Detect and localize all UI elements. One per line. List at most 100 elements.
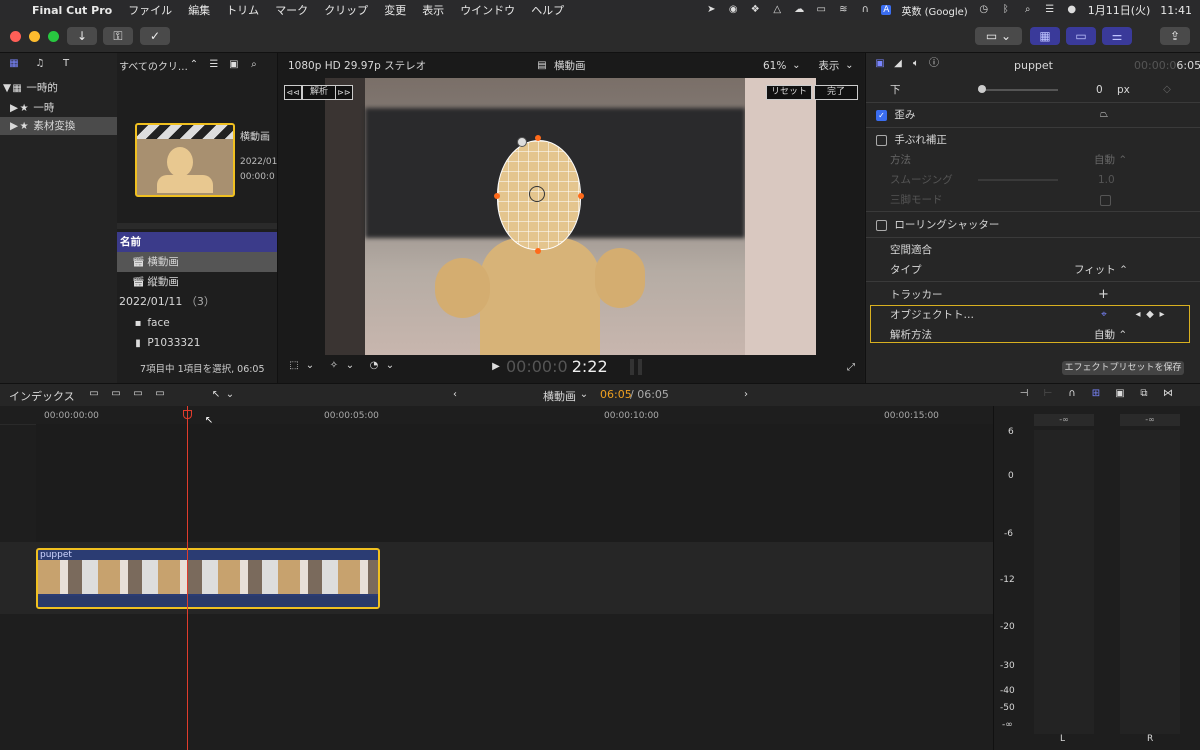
append-clip-icon[interactable]: ▭ (132, 388, 144, 400)
tripod-checkbox[interactable] (1100, 195, 1111, 206)
cloud-icon[interactable]: ☁ (793, 4, 805, 16)
menu-view[interactable]: 表示 (422, 2, 444, 18)
chevron-down-icon[interactable]: ⌄ (843, 60, 855, 72)
bluetooth-icon[interactable]: ᛒ (1000, 4, 1012, 16)
analyze-button[interactable]: 解析 (302, 85, 336, 100)
tracker-center-handle[interactable] (529, 186, 545, 202)
rolling-shutter-checkbox[interactable] (876, 219, 887, 231)
param-value[interactable]: 0 (1096, 80, 1103, 100)
viewer-view-menu[interactable]: 表示 (818, 58, 839, 73)
import-button[interactable]: ↓ (67, 27, 97, 45)
clip-thumbnail[interactable] (135, 123, 235, 197)
titles-generators-icon[interactable]: T (60, 58, 72, 70)
sidebar-item-event-temp[interactable]: ▶ ★ 一時 (0, 99, 117, 117)
param-value[interactable]: 自動 ⌃ (1094, 325, 1127, 345)
tracker-handle-right[interactable] (578, 193, 584, 199)
reset-button[interactable]: リセット (766, 85, 812, 100)
step-back-button[interactable]: ⊲⊲ (284, 85, 302, 100)
menu-date[interactable]: 1月11日(火) (1088, 2, 1151, 18)
zoom-window-button[interactable] (48, 31, 59, 42)
headphones-icon[interactable]: ∩ (859, 4, 871, 16)
timecode[interactable]: 2:22 (572, 357, 608, 376)
share-button[interactable]: ⇪ (1160, 27, 1190, 45)
overwrite-clip-icon[interactable]: ▭ (154, 388, 166, 400)
connect-clip-icon[interactable]: ▭ (88, 388, 100, 400)
select-tool-icon[interactable]: ↖ (210, 389, 222, 401)
info-icon[interactable]: ⓘ (928, 58, 940, 70)
stabilize-checkbox[interactable] (876, 134, 887, 146)
minimize-window-button[interactable] (29, 31, 40, 42)
close-window-button[interactable] (10, 31, 21, 42)
menu-edit[interactable]: 編集 (188, 2, 210, 18)
done-button[interactable]: 完了 (814, 85, 858, 100)
libraries-icon[interactable]: ▦ (8, 58, 20, 70)
menu-window[interactable]: ウインドウ (460, 2, 515, 18)
effects-browser-icon[interactable]: ⧉ (1138, 388, 1150, 400)
tracker-handle-left[interactable] (494, 193, 500, 199)
list-item[interactable]: ▪ face (117, 313, 277, 333)
keyframe-icon[interactable]: ◇ (1161, 84, 1173, 96)
playhead-handle[interactable] (183, 410, 192, 419)
divider-handle[interactable] (117, 223, 277, 229)
keyframe-next-icon[interactable]: ▸ (1156, 309, 1168, 321)
enhance-icon[interactable]: ✧ (328, 360, 340, 372)
record-icon[interactable]: ◉ (727, 4, 739, 16)
siri-icon[interactable]: ● (1066, 4, 1078, 16)
show-browser-button[interactable]: ▦ (1030, 27, 1060, 45)
transform-icon[interactable]: ⬚ (288, 360, 300, 372)
timeline-ruler[interactable]: 00:00:00:00 00:00:05:00 00:00:10:00 00:0… (0, 406, 993, 425)
param-object-tracker[interactable]: オブジェクトト… ⌖ ◂ ◆ ▸ (866, 305, 1200, 325)
sidebar-item-event-material[interactable]: ▶ ★ 素材変換 (0, 117, 117, 135)
filmstrip-icon[interactable]: ▣ (228, 59, 240, 71)
tracker-handle-bottom[interactable] (535, 248, 541, 254)
color-inspector-icon[interactable]: ◢ (892, 58, 904, 70)
workspace-button[interactable]: ▭ ⌄ (975, 27, 1022, 45)
fullscreen-icon[interactable]: ⤢ (845, 362, 857, 374)
back-arrow-icon[interactable]: ‹ (449, 389, 461, 401)
timeline-project-name[interactable]: 横動画 (543, 388, 576, 404)
slider-knob[interactable] (978, 85, 986, 93)
search-icon[interactable]: ⌕ (248, 59, 260, 71)
param-value[interactable]: 自動 ⌃ (1094, 150, 1127, 170)
menu-clip[interactable]: クリップ (324, 2, 368, 18)
clip-appearance-icon[interactable]: ☰ (208, 59, 220, 71)
sidebar-item-library[interactable]: ▼▦ 一時的 (0, 79, 117, 97)
timeline-clip[interactable]: puppet (36, 548, 380, 609)
list-item[interactable]: 🎬︎ 縦動画 (117, 272, 277, 292)
param-value[interactable]: 1.0 (1098, 170, 1115, 190)
chevron-down-icon[interactable]: ⌄ (224, 389, 236, 401)
solo-icon[interactable]: ∩ (1066, 388, 1078, 400)
show-inspector-button[interactable]: ⚌ (1102, 27, 1132, 45)
forward-arrow-icon[interactable]: › (740, 389, 752, 401)
param-value[interactable]: フィット ⌃ (1074, 260, 1128, 280)
viewer-zoom[interactable]: 61% (763, 60, 786, 72)
menu-app-name[interactable]: Final Cut Pro (32, 4, 112, 17)
menu-trim[interactable]: トリム (226, 2, 259, 18)
index-button[interactable]: インデックス (9, 388, 75, 404)
distort-checkbox[interactable]: ✓ (876, 109, 887, 121)
menu-mark[interactable]: マーク (275, 2, 308, 18)
clip-appearance-icon[interactable]: ▣ (1114, 388, 1126, 400)
save-effect-preset-button[interactable]: エフェクトプリセットを保存 (1062, 361, 1184, 375)
menu-file[interactable]: ファイル (128, 2, 172, 18)
bottom-slider[interactable] (978, 89, 1058, 91)
chevron-down-icon[interactable]: ⌄ (790, 60, 802, 72)
audio-skimming-icon[interactable]: ⊣ (1018, 388, 1030, 400)
photos-audio-icon[interactable]: ♫ (34, 58, 46, 70)
location-icon[interactable]: ➤ (705, 4, 717, 16)
chevron-down-icon[interactable]: ⌄ (344, 360, 356, 372)
transitions-browser-icon[interactable]: ⋈ (1162, 388, 1174, 400)
list-item[interactable]: 🎬︎ 横動画 (117, 252, 277, 272)
audio-inspector-icon[interactable]: 🔈︎ (910, 58, 922, 70)
input-source-icon[interactable]: A (881, 5, 892, 15)
list-header[interactable]: 名前 (117, 232, 277, 252)
keyframe-icon[interactable]: ◆ (1144, 309, 1156, 321)
control-center-icon[interactable]: ☰ (1044, 4, 1056, 16)
battery-icon[interactable]: ▭ (815, 4, 827, 16)
menu-help[interactable]: ヘルプ (531, 2, 564, 18)
list-item[interactable]: ▮ P1033321 (117, 333, 277, 353)
insert-clip-icon[interactable]: ▭ (110, 388, 122, 400)
input-source-label[interactable]: 英数 (Google) (901, 3, 967, 18)
chevron-down-icon[interactable]: ⌄ (384, 360, 396, 372)
clip-filter-menu[interactable]: すべてのクリ… (119, 58, 188, 73)
